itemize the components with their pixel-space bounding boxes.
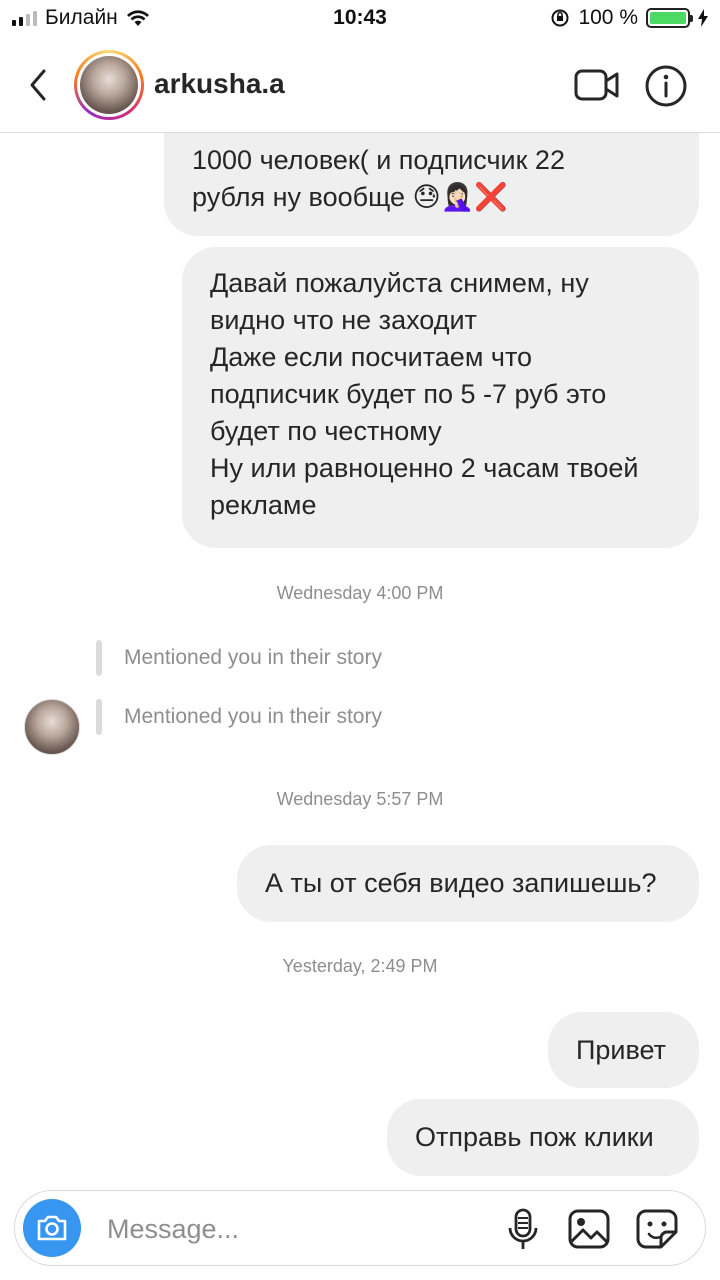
message-line: рубля ну вообще 😓🤦🏻‍♀️❌ [192, 182, 508, 212]
timestamp: Yesterday, 2:49 PM [282, 956, 438, 976]
sticker-icon[interactable] [635, 1208, 679, 1250]
chat-thread[interactable]: 1000 человек( и подписчик 22 рубля ну во… [0, 0, 720, 1180]
message-line: рекламе [210, 490, 317, 520]
message-line: подписчик будет по 5 -7 руб это [210, 379, 607, 409]
message-bubble-outgoing[interactable]: Привет [548, 1012, 699, 1088]
username[interactable]: arkusha.a [154, 68, 285, 100]
sender-avatar[interactable] [24, 699, 80, 755]
camera-button[interactable] [23, 1199, 81, 1257]
info-icon[interactable] [644, 64, 688, 108]
avatar-photo [80, 56, 138, 114]
message-composer [14, 1190, 706, 1266]
profile-avatar[interactable] [74, 50, 144, 120]
story-mention[interactable]: Mentioned you in their story [96, 699, 382, 735]
story-mention[interactable]: Mentioned you in their story [96, 640, 382, 676]
message-bubble-outgoing[interactable]: Давай пожалуйста снимем, ну видно что не… [182, 247, 699, 548]
timestamp: Wednesday 4:00 PM [276, 583, 444, 603]
message-bubble-outgoing[interactable]: Отправь пож клики [387, 1099, 699, 1176]
message-input[interactable] [105, 1209, 485, 1249]
camera-icon [37, 1215, 67, 1241]
conversation-header: arkusha.a [0, 38, 720, 133]
gallery-icon[interactable] [567, 1208, 611, 1250]
microphone-icon[interactable] [505, 1208, 541, 1252]
message-line: Ну или равноценно 2 часам твоей [210, 453, 639, 483]
back-chevron-icon[interactable] [22, 63, 58, 107]
message-line: Давай пожалуйста снимем, ну [210, 268, 589, 298]
message-line: будет по честному [210, 416, 442, 446]
message-line: Даже если посчитаем что [210, 342, 533, 372]
timestamp: Wednesday 5:57 PM [276, 789, 444, 809]
message-bubble-outgoing[interactable]: А ты от себя видео запишешь? [237, 845, 699, 922]
message-line: 1000 человек( и подписчик 22 [192, 145, 565, 175]
message-line: видно что не заходит [210, 305, 477, 335]
video-call-icon[interactable] [574, 68, 620, 102]
